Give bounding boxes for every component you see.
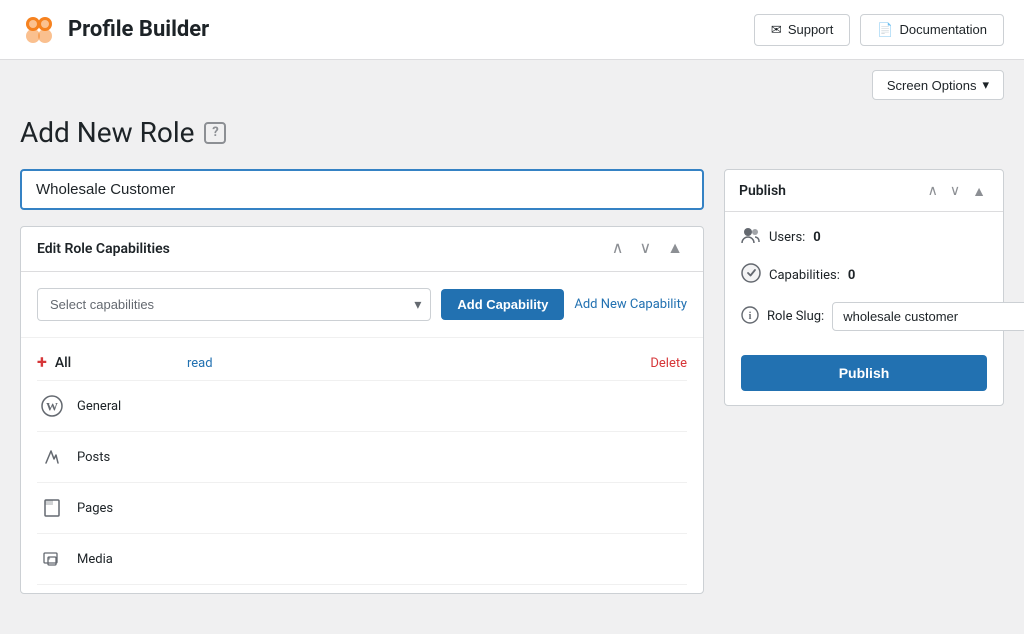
publish-footer: Publish <box>725 345 1003 405</box>
top-bar: Screen Options ▾ <box>0 60 1024 100</box>
posts-icon <box>37 442 67 472</box>
documentation-label: Documentation <box>900 22 987 37</box>
publish-collapse-up-button[interactable]: ∧ <box>925 180 941 201</box>
capabilities-count: 0 <box>848 268 855 283</box>
delete-link[interactable]: Delete <box>650 356 687 371</box>
role-slug-input[interactable] <box>832 302 1024 331</box>
capabilities-select-wrap: Select capabilities <box>37 288 431 321</box>
add-capability-button[interactable]: Add Capability <box>441 289 564 320</box>
envelope-icon: ✉ <box>771 22 782 38</box>
collapse-up-button[interactable]: ∧ <box>608 239 628 259</box>
toggle-button[interactable]: ▲ <box>663 239 687 259</box>
chevron-down-icon: ▾ <box>982 77 989 93</box>
publish-box: Publish ∧ ∨ ▲ <box>724 169 1004 406</box>
list-item: Posts <box>37 432 687 483</box>
capabilities-row: Capabilities: 0 <box>741 263 987 288</box>
add-new-capability-link[interactable]: Add New Capability <box>574 297 687 312</box>
capabilities-toolbar: Select capabilities Add Capability Add N… <box>21 272 703 338</box>
wordpress-icon: W <box>37 391 67 421</box>
app-title: Profile Builder <box>68 17 209 42</box>
left-column: Edit Role Capabilities ∧ ∨ ▲ Select capa… <box>20 169 704 594</box>
logo: Profile Builder <box>20 11 209 49</box>
list-item: Pages <box>37 483 687 534</box>
main-content: Edit Role Capabilities ∧ ∨ ▲ Select capa… <box>0 159 1024 614</box>
capabilities-header: Edit Role Capabilities ∧ ∨ ▲ <box>21 227 703 272</box>
help-icon[interactable]: ? <box>204 122 226 144</box>
support-label: Support <box>788 22 834 37</box>
svg-text:W: W <box>46 400 58 414</box>
header-buttons: ✉ Support 📄 Documentation <box>754 14 1004 46</box>
general-label: General <box>77 399 121 414</box>
capabilities-title: Edit Role Capabilities <box>37 241 170 257</box>
capabilities-box: Edit Role Capabilities ∧ ∨ ▲ Select capa… <box>20 226 704 594</box>
capabilities-label: Capabilities: <box>769 268 840 283</box>
all-label: All <box>55 355 71 371</box>
documentation-button[interactable]: 📄 Documentation <box>860 14 1004 46</box>
capabilities-header-controls: ∧ ∨ ▲ <box>608 239 687 259</box>
publish-controls: ∧ ∨ ▲ <box>925 180 989 201</box>
header: Profile Builder ✉ Support 📄 Documentatio… <box>0 0 1024 60</box>
role-slug-label: Role Slug: <box>767 309 824 324</box>
posts-label: Posts <box>77 450 110 465</box>
cap-all-section: + All <box>37 354 177 372</box>
list-item: W General <box>37 381 687 432</box>
users-icon <box>741 226 761 249</box>
users-label: Users: <box>769 230 805 245</box>
publish-button[interactable]: Publish <box>741 355 987 391</box>
screen-options-button[interactable]: Screen Options ▾ <box>872 70 1004 100</box>
page-title: Add New Role <box>20 116 194 149</box>
publish-toggle-button[interactable]: ▲ <box>969 180 989 201</box>
role-name-input[interactable] <box>20 169 704 210</box>
read-link[interactable]: read <box>177 356 650 371</box>
publish-body: Users: 0 Capabilities: 0 <box>725 212 1003 345</box>
support-button[interactable]: ✉ Support <box>754 14 850 46</box>
users-row: Users: 0 <box>741 226 987 249</box>
screen-options-label: Screen Options <box>887 78 977 93</box>
doc-icon: 📄 <box>877 22 893 38</box>
logo-icon <box>20 11 58 49</box>
capabilities-list: + All read Delete W General <box>21 338 703 593</box>
right-column: Publish ∧ ∨ ▲ <box>724 169 1004 406</box>
pages-icon <box>37 493 67 523</box>
publish-header: Publish ∧ ∨ ▲ <box>725 170 1003 212</box>
collapse-down-button[interactable]: ∨ <box>635 239 655 259</box>
users-count: 0 <box>813 230 820 245</box>
media-label: Media <box>77 552 113 567</box>
media-icon <box>37 544 67 574</box>
page-title-area: Add New Role ? <box>0 100 1024 159</box>
capabilities-select[interactable]: Select capabilities <box>37 288 431 321</box>
publish-title: Publish <box>739 183 786 199</box>
capabilities-list-header: + All read Delete <box>37 346 687 381</box>
svg-text:i: i <box>749 311 752 322</box>
list-item: Media <box>37 534 687 585</box>
info-icon: i <box>741 306 759 328</box>
publish-collapse-down-button[interactable]: ∨ <box>947 180 963 201</box>
pages-label: Pages <box>77 501 113 516</box>
plus-icon: + <box>37 354 47 372</box>
role-slug-row: i Role Slug: <box>741 302 987 331</box>
capabilities-icon <box>741 263 761 288</box>
